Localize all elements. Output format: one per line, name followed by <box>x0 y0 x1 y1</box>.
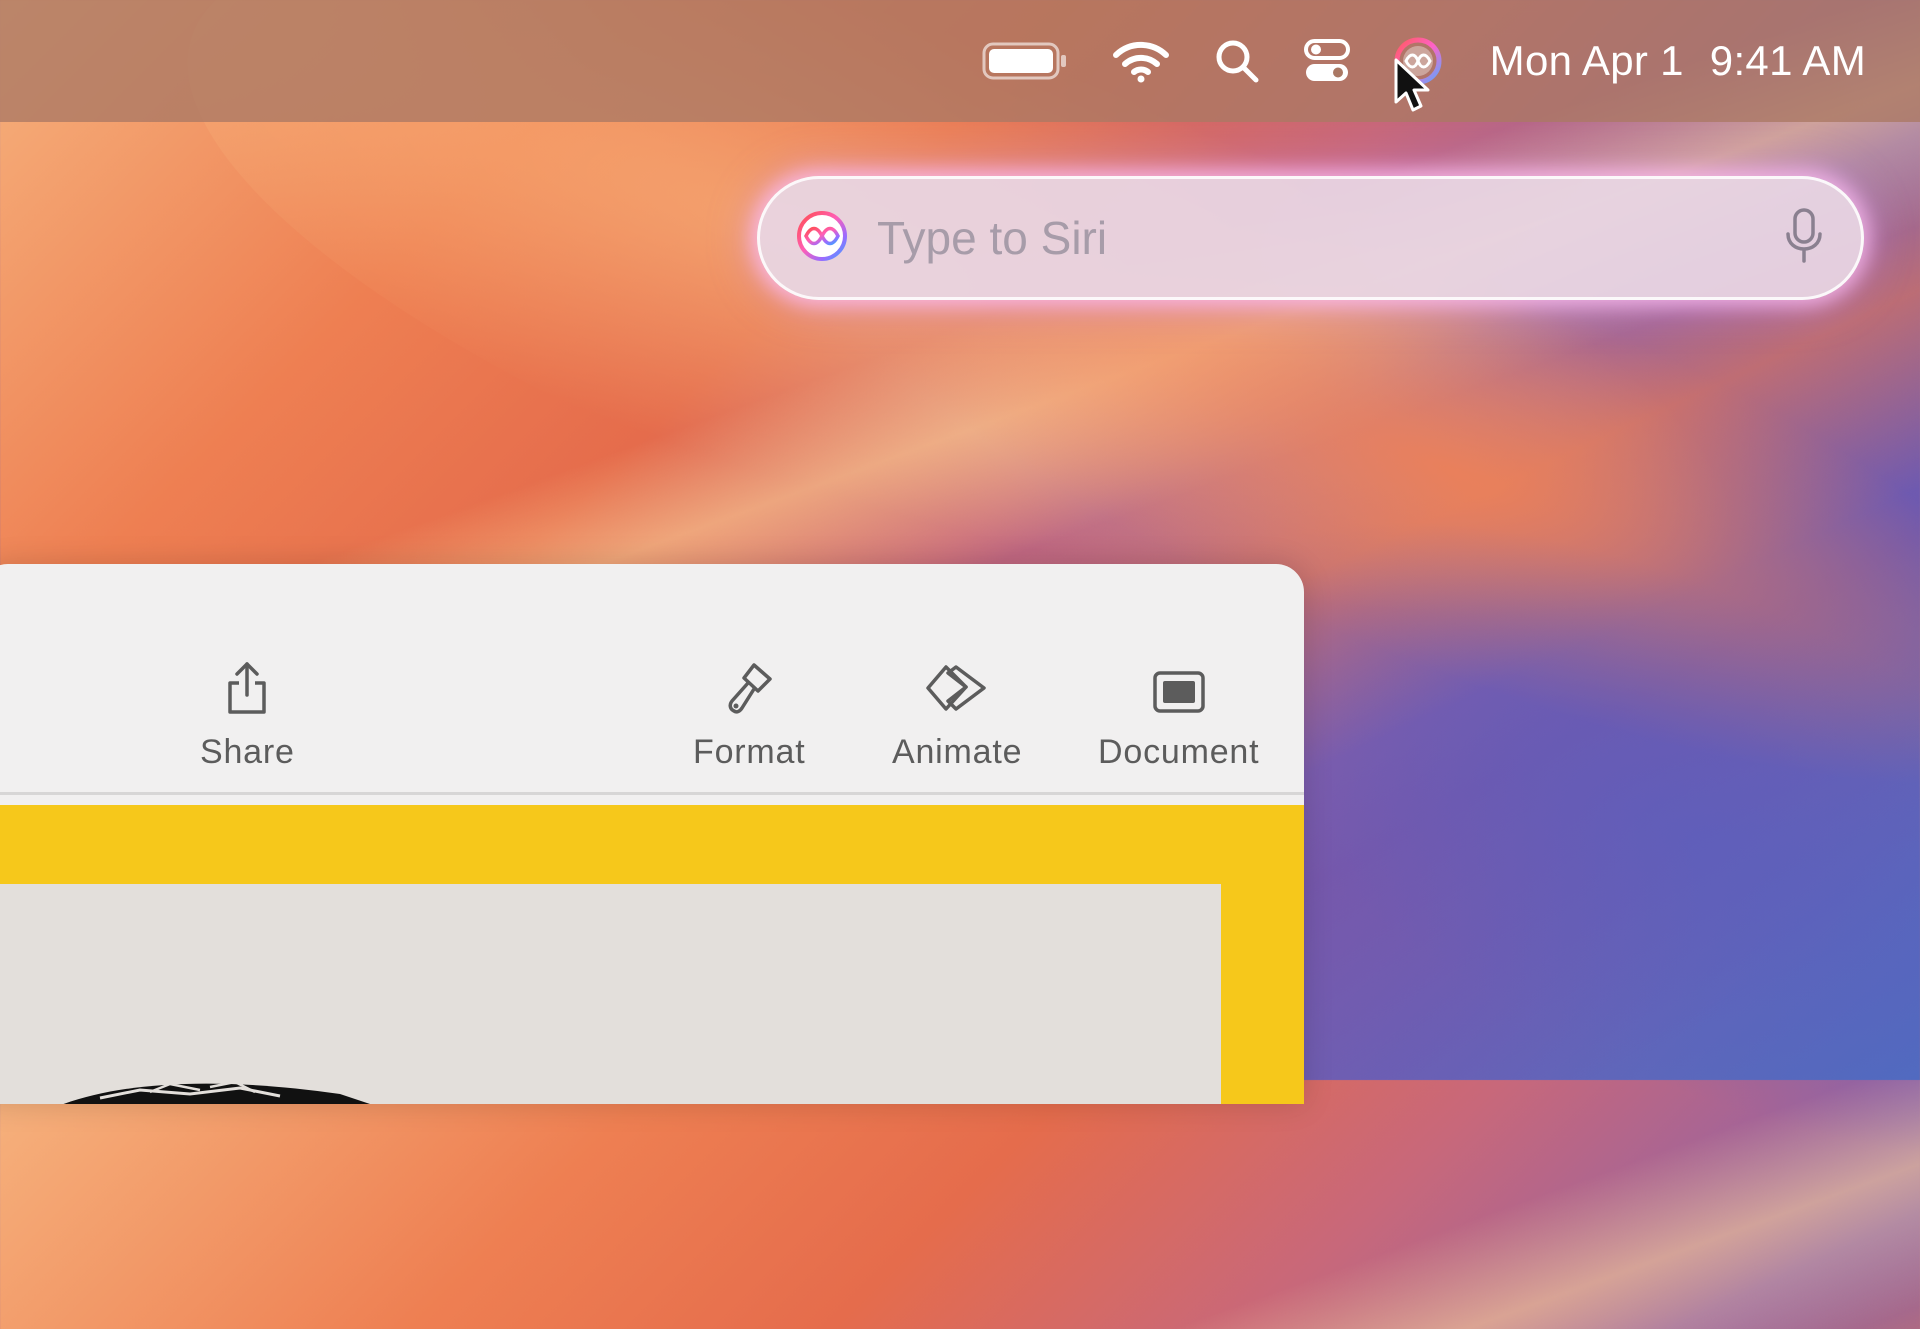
menu-bar-clock[interactable]: Mon Apr 1 9:41 AM <box>1490 37 1866 85</box>
menu-bar-time: 9:41 AM <box>1709 37 1866 84</box>
format-button[interactable]: Format <box>693 659 805 772</box>
document-button[interactable]: Document <box>1098 659 1259 772</box>
microphone-icon[interactable] <box>1784 207 1824 269</box>
format-label: Format <box>693 733 806 771</box>
keynote-window: Share Format Animate Document <box>0 564 1304 1104</box>
animate-diamond-icon <box>926 659 988 715</box>
share-icon <box>225 659 269 715</box>
share-label: Share <box>200 733 295 771</box>
toolbar-divider <box>0 792 1304 795</box>
menu-bar-date: Mon Apr 1 <box>1489 37 1684 84</box>
animate-button[interactable]: Animate <box>892 659 1022 772</box>
toolbar: Share Format Animate Document <box>0 564 1304 792</box>
siri-orb-icon <box>795 209 849 268</box>
document-label: Document <box>1098 733 1260 771</box>
search-icon[interactable] <box>1214 38 1260 84</box>
siri-type-bar[interactable] <box>757 176 1864 300</box>
paintbrush-icon <box>724 659 774 715</box>
control-center-icon[interactable] <box>1303 38 1350 84</box>
battery-icon[interactable] <box>982 41 1068 81</box>
document-icon <box>1152 659 1205 715</box>
mouse-cursor-icon <box>1394 58 1430 112</box>
share-button[interactable]: Share <box>200 659 295 772</box>
animate-label: Animate <box>892 733 1023 771</box>
slide-illustration <box>63 1080 370 1104</box>
siri-text-input[interactable] <box>875 210 1784 266</box>
menu-bar: Mon Apr 1 9:41 AM <box>0 0 1920 122</box>
wifi-icon[interactable] <box>1112 39 1170 83</box>
